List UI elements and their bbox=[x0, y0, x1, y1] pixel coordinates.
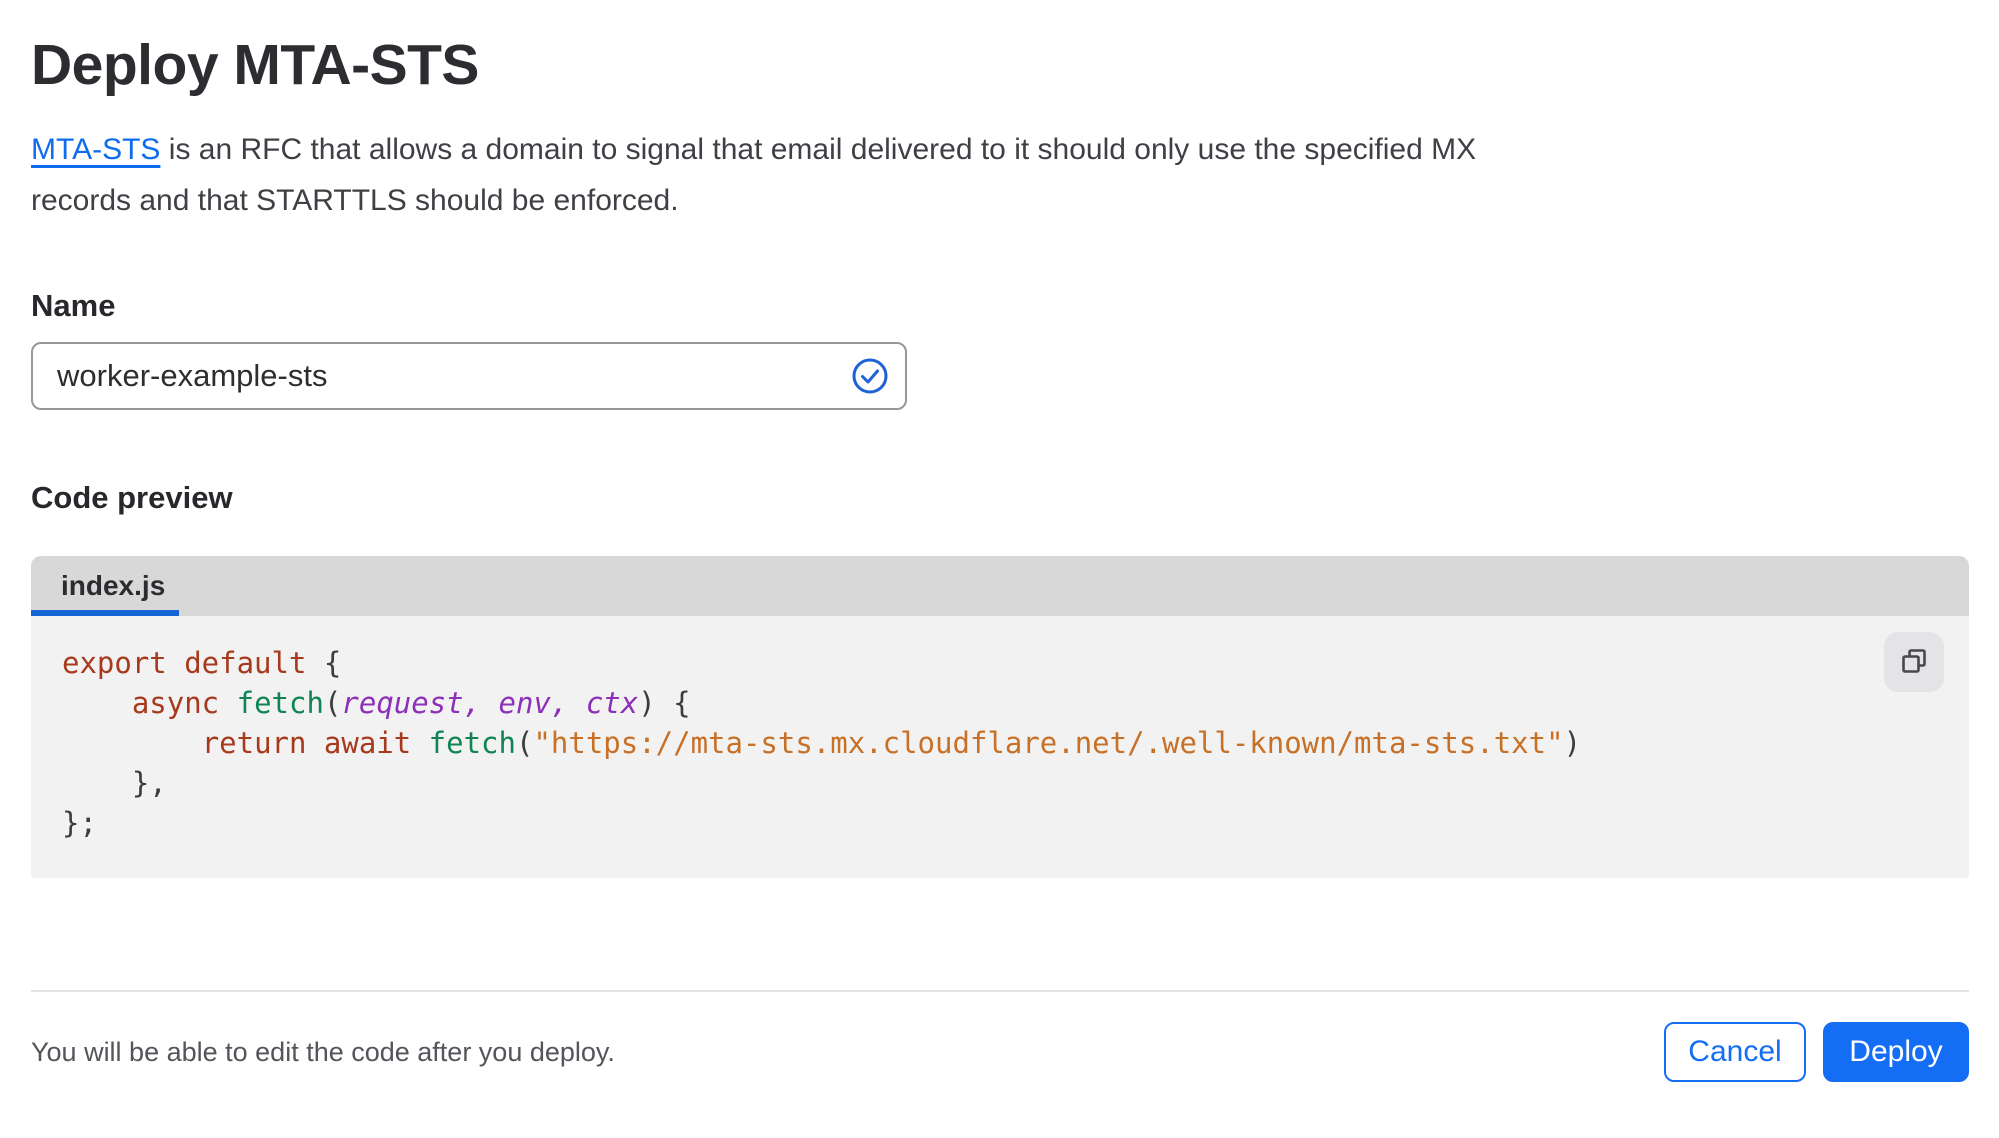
footer-actions: Cancel Deploy bbox=[1664, 1022, 1969, 1082]
name-input-wrap bbox=[31, 342, 907, 410]
deploy-mta-sts-page: Deploy MTA-STS MTA-STS is an RFC that al… bbox=[0, 32, 1999, 1082]
code-content: export default { async fetch(request, en… bbox=[62, 646, 1582, 840]
code-tabbar: index.js bbox=[31, 556, 1969, 616]
intro-rest-text: is an RFC that allows a domain to signal… bbox=[31, 133, 1477, 217]
name-label: Name bbox=[31, 288, 116, 323]
cancel-button[interactable]: Cancel bbox=[1664, 1022, 1806, 1082]
page-title: Deploy MTA-STS bbox=[31, 33, 479, 97]
deploy-button[interactable]: Deploy bbox=[1823, 1022, 1969, 1082]
code-preview-label: Code preview bbox=[31, 480, 233, 515]
tab-label: index.js bbox=[61, 570, 166, 601]
name-input[interactable] bbox=[31, 342, 907, 410]
code-editor: export default { async fetch(request, en… bbox=[31, 616, 1969, 878]
intro-text: MTA-STS is an RFC that allows a domain t… bbox=[31, 124, 1551, 226]
footer-divider bbox=[31, 990, 1969, 992]
footer-note: You will be able to edit the code after … bbox=[31, 1036, 615, 1067]
code-preview-block: index.js export default { async fetch(re… bbox=[31, 556, 1969, 878]
footer-bar: You will be able to edit the code after … bbox=[31, 1022, 1969, 1082]
mta-sts-link[interactable]: MTA-STS bbox=[31, 133, 160, 166]
tab-index-js[interactable]: index.js bbox=[31, 556, 179, 616]
copy-button[interactable] bbox=[1884, 632, 1944, 692]
copy-icon bbox=[1898, 645, 1930, 680]
check-circle-icon bbox=[851, 357, 889, 395]
